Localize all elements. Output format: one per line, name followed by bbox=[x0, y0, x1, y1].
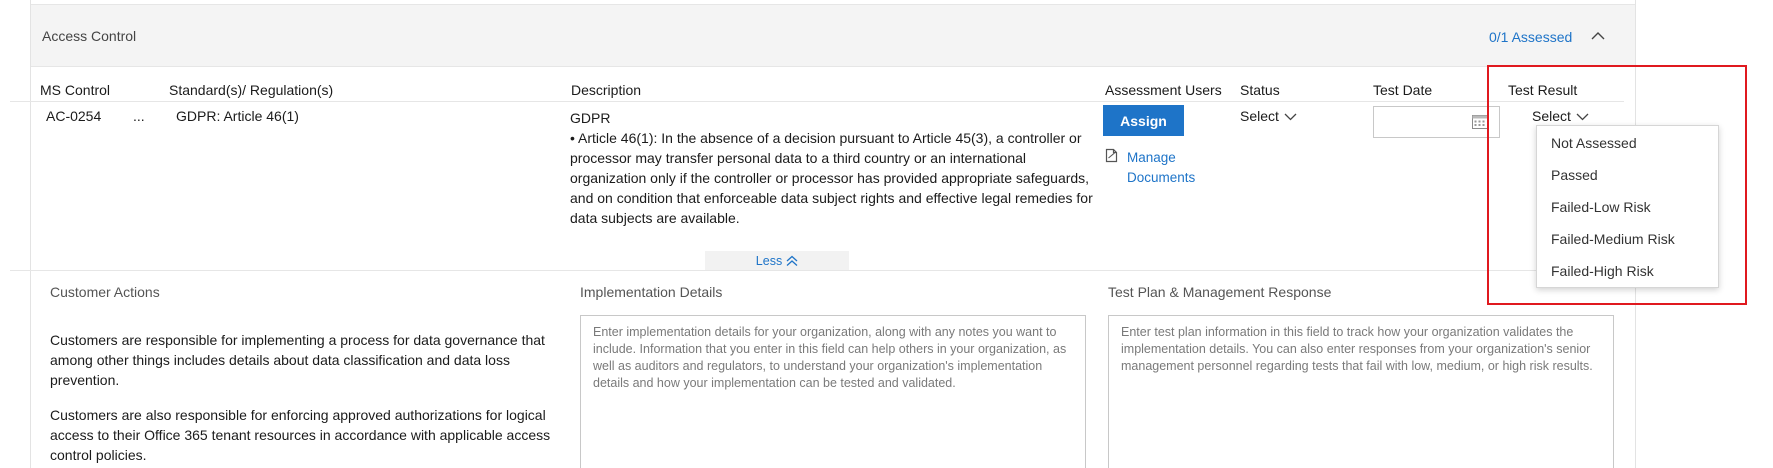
section-divider bbox=[10, 270, 1624, 271]
header-divider bbox=[10, 101, 1624, 102]
chevron-down-icon bbox=[1284, 113, 1297, 120]
test-plan-label: Test Plan & Management Response bbox=[1108, 284, 1332, 300]
chevron-up-icon[interactable] bbox=[1591, 29, 1605, 43]
implementation-details-textarea[interactable] bbox=[580, 315, 1086, 468]
double-chevron-up-icon bbox=[786, 255, 798, 266]
regulation-text: GDPR: Article 46(1) bbox=[176, 108, 299, 124]
manage-documents-link[interactable]: Manage Documents bbox=[1127, 148, 1195, 188]
status-select[interactable]: Select bbox=[1240, 108, 1297, 124]
test-plan-textarea[interactable] bbox=[1108, 315, 1614, 468]
col-header-ms-control: MS Control bbox=[40, 82, 111, 98]
less-label: Less bbox=[755, 254, 783, 268]
highlight-box bbox=[1487, 65, 1747, 305]
less-toggle[interactable]: Less bbox=[705, 251, 849, 271]
assessed-count-link[interactable]: 0/1 Assessed bbox=[1489, 29, 1572, 45]
implementation-details-label: Implementation Details bbox=[580, 284, 723, 300]
customer-actions-paragraph-1: Customers are responsible for implementi… bbox=[50, 332, 545, 388]
description-title: GDPR bbox=[570, 110, 611, 126]
col-header-status: Status bbox=[1240, 82, 1280, 98]
customer-actions-paragraph-2: Customers are also responsible for enfor… bbox=[50, 407, 551, 463]
col-header-test-date: Test Date bbox=[1373, 82, 1433, 98]
description-bullet: • Article 46(1): In the absence of a dec… bbox=[570, 130, 1093, 226]
col-header-standards: Standard(s)/ Regulation(s) bbox=[169, 82, 334, 98]
calendar-icon[interactable] bbox=[1472, 114, 1488, 129]
control-id: AC-0254 bbox=[46, 108, 102, 124]
section-header[interactable]: Access Control 0/1 Assessed bbox=[31, 4, 1635, 67]
manage-documents-line1: Manage bbox=[1127, 150, 1176, 165]
col-header-assessment-users: Assessment Users bbox=[1105, 82, 1222, 98]
manage-documents-line2: Documents bbox=[1127, 170, 1196, 185]
document-icon bbox=[1105, 148, 1118, 163]
control-description: GDPR • Article 46(1): In the absence of … bbox=[570, 108, 1095, 228]
col-header-description: Description bbox=[571, 82, 642, 98]
status-select-label: Select bbox=[1240, 108, 1279, 124]
more-actions-button[interactable]: ... bbox=[133, 108, 145, 124]
customer-actions-label: Customer Actions bbox=[50, 284, 160, 300]
section-title: Access Control bbox=[42, 28, 137, 44]
assign-button[interactable]: Assign bbox=[1103, 105, 1184, 136]
